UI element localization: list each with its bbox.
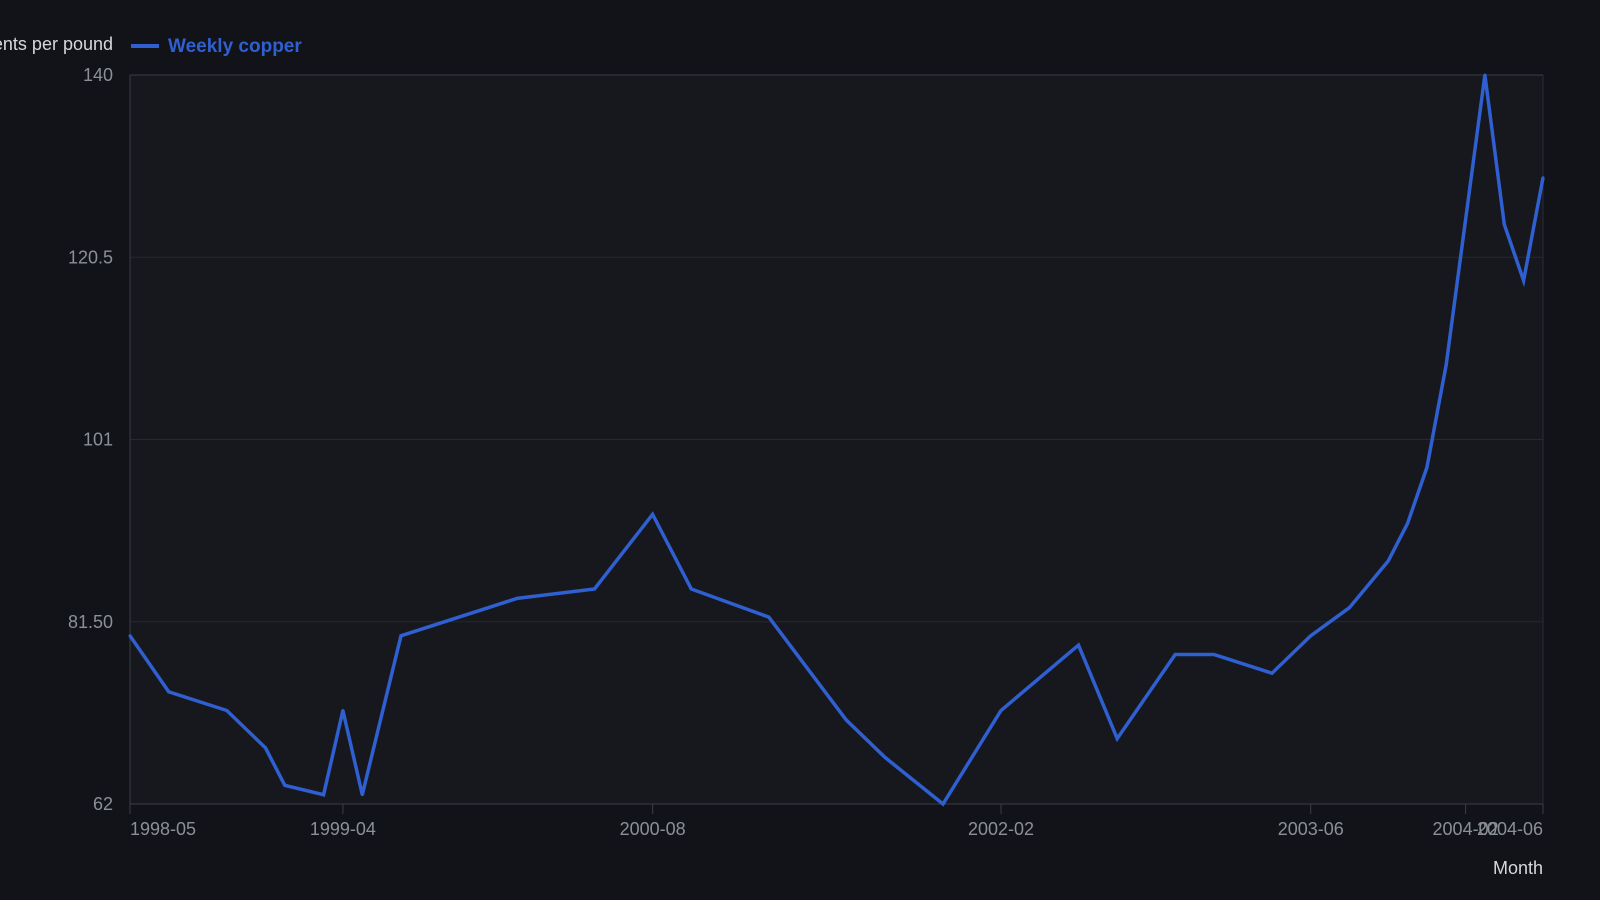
data-point[interactable] [1115, 737, 1119, 741]
data-point[interactable] [1406, 522, 1410, 526]
y-tick-label: 101 [83, 430, 113, 450]
data-point[interactable] [360, 793, 364, 797]
data-point[interactable] [941, 802, 945, 806]
x-axis-title: Month [1493, 858, 1543, 878]
legend-label-weekly-copper: Weekly copper [168, 36, 302, 57]
data-point[interactable] [457, 615, 461, 619]
data-point[interactable] [1309, 634, 1313, 638]
y-tick-label: 81.50 [68, 612, 113, 632]
data-point[interactable] [1522, 279, 1526, 283]
data-point[interactable] [341, 709, 345, 713]
data-point[interactable] [593, 587, 597, 591]
line-chart: 62 81.50 101 120.5 140 1998-05 1999-04 2000-08… [0, 34, 1545, 878]
data-point[interactable] [399, 634, 403, 638]
y-tick-label: 120.5 [68, 247, 113, 267]
data-point[interactable] [844, 718, 848, 722]
data-point[interactable] [883, 755, 887, 759]
x-tick-label: 2003-06 [1278, 819, 1344, 839]
data-point[interactable] [283, 783, 287, 787]
data-point[interactable] [1270, 671, 1274, 675]
x-tick-label: 2002-02 [968, 819, 1034, 839]
data-point[interactable] [1425, 466, 1429, 470]
data-point[interactable] [651, 512, 655, 516]
legend[interactable]: Weekly copper [131, 36, 302, 57]
data-point[interactable] [689, 587, 693, 591]
data-point[interactable] [167, 690, 171, 694]
y-axis-title: Cents per pound [0, 34, 113, 54]
data-point[interactable] [128, 634, 132, 638]
x-tick-label: 2004-06 [1477, 819, 1543, 839]
x-tick-label: 2000-08 [620, 819, 686, 839]
x-tick-label: 1998-05 [130, 819, 196, 839]
y-tick-label: 140 [83, 65, 113, 85]
data-point[interactable] [1483, 73, 1487, 77]
data-point[interactable] [1347, 606, 1351, 610]
data-point[interactable] [1502, 223, 1506, 227]
x-tick-label: 1999-04 [310, 819, 376, 839]
data-point[interactable] [515, 596, 519, 600]
x-axis-ticks: 1998-05 1999-04 2000-08 2002-02 2003-06 2004-… [129, 804, 1544, 839]
data-point[interactable] [1173, 652, 1177, 656]
data-point[interactable] [225, 709, 229, 713]
data-point[interactable] [1541, 176, 1545, 180]
data-point[interactable] [999, 709, 1003, 713]
data-point[interactable] [1386, 559, 1390, 563]
y-tick-label: 62 [93, 794, 113, 814]
data-point[interactable] [1212, 652, 1216, 656]
data-point[interactable] [263, 746, 267, 750]
data-point[interactable] [767, 615, 771, 619]
data-point[interactable] [1076, 643, 1080, 647]
data-point[interactable] [1444, 363, 1448, 367]
y-axis-ticks: 62 81.50 101 120.5 140 [68, 65, 113, 814]
data-point[interactable] [322, 793, 326, 797]
